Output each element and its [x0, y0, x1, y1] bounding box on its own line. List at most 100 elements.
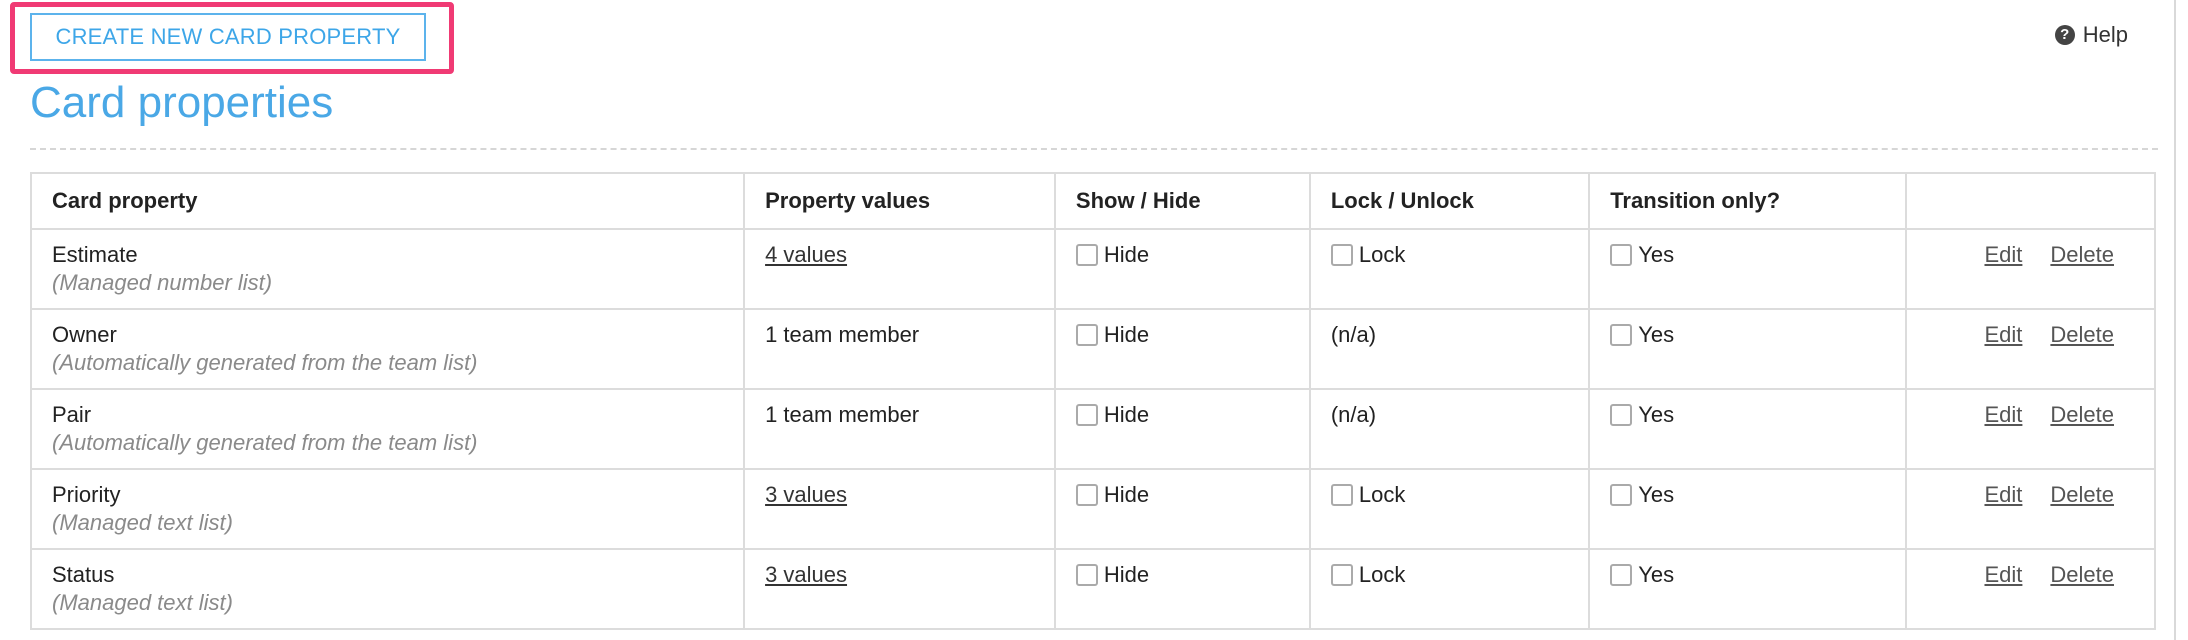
hide-checkbox-label[interactable]: Hide	[1075, 322, 1149, 348]
property-description: (Automatically generated from the team l…	[52, 430, 478, 455]
show-hide-cell: Hide	[1053, 548, 1311, 630]
edit-link[interactable]: Edit	[1984, 562, 2022, 587]
column-header-lock-unlock: Lock / Unlock	[1308, 172, 1591, 230]
edit-link[interactable]: Edit	[1984, 402, 2022, 427]
transition-checkbox[interactable]	[1610, 564, 1633, 586]
card-property-cell: Owner (Automatically generated from the t…	[29, 308, 746, 390]
transition-label: Yes	[1638, 242, 1675, 267]
hide-checkbox[interactable]	[1075, 564, 1098, 586]
hide-checkbox[interactable]	[1075, 244, 1098, 266]
hide-checkbox-label[interactable]: Hide	[1075, 562, 1150, 588]
delete-link[interactable]: Delete	[2050, 402, 2114, 427]
card-property-cell: Estimate (Managed number list)	[29, 228, 746, 310]
delete-link[interactable]: Delete	[2050, 482, 2114, 507]
transition-checkbox-label[interactable]: Yes	[1610, 482, 1674, 508]
property-description: (Automatically generated from the team l…	[52, 350, 478, 375]
actions-cell: Edit Delete	[1905, 228, 2156, 310]
delete-link[interactable]: Delete	[2050, 242, 2114, 267]
hide-checkbox-label[interactable]: Hide	[1075, 402, 1150, 428]
transition-only-cell: Yes	[1588, 308, 1908, 390]
title-divider	[30, 148, 2158, 150]
hide-checkbox-label[interactable]: Hide	[1075, 482, 1149, 508]
transition-checkbox[interactable]	[1610, 324, 1633, 346]
card-property-cell: Priority (Managed text list)	[29, 468, 746, 550]
property-values-cell: 3 values	[743, 548, 1056, 630]
table-row: Owner (Automatically generated from the t…	[29, 308, 2156, 390]
transition-checkbox[interactable]	[1610, 244, 1633, 266]
page-right-border	[2174, 0, 2176, 640]
table-row: Estimate (Managed number list) 4 values Hid…	[29, 228, 2156, 310]
transition-label: Yes	[1638, 482, 1675, 507]
transition-checkbox[interactable]	[1610, 484, 1633, 506]
property-values-cell: 4 values	[743, 228, 1056, 310]
delete-link[interactable]: Delete	[2050, 562, 2114, 587]
lock-label: Lock	[1358, 482, 1406, 507]
property-values-link[interactable]: 3 values	[765, 562, 847, 587]
transition-checkbox[interactable]	[1610, 404, 1633, 426]
column-header-show-hide: Show / Hide	[1053, 172, 1311, 230]
lock-checkbox-label[interactable]: Lock	[1330, 482, 1406, 508]
page-title: Card properties	[30, 78, 334, 127]
property-name: Status	[52, 562, 115, 587]
hide-label: Hide	[1103, 562, 1150, 587]
column-header-transition-only: Transition only?	[1588, 172, 1908, 230]
property-values-cell: 1 team member	[743, 308, 1056, 390]
card-properties-page: CREATE NEW CARD PROPERTY ? Help Card pro…	[0, 0, 2176, 640]
actions-cell: Edit Delete	[1905, 548, 2156, 630]
property-values-link[interactable]: 4 values	[765, 242, 847, 267]
transition-label: Yes	[1638, 322, 1675, 347]
card-property-cell: Status (Managed text list)	[29, 548, 746, 630]
show-hide-cell: Hide	[1053, 388, 1311, 470]
lock-checkbox[interactable]	[1330, 244, 1353, 266]
edit-link[interactable]: Edit	[1984, 482, 2022, 507]
transition-only-cell: Yes	[1588, 468, 1908, 550]
column-header-actions	[1905, 172, 2156, 230]
hide-checkbox-label[interactable]: Hide	[1075, 242, 1150, 268]
show-hide-cell: Hide	[1053, 228, 1311, 310]
transition-only-cell: Yes	[1588, 228, 1908, 310]
hide-checkbox[interactable]	[1075, 404, 1098, 426]
lock-not-applicable: (n/a)	[1330, 322, 1377, 347]
table-row: Priority (Managed text list) 3 values Hide L…	[29, 468, 2156, 550]
lock-not-applicable: (n/a)	[1330, 402, 1377, 427]
transition-checkbox-label[interactable]: Yes	[1610, 402, 1674, 428]
transition-checkbox-label[interactable]: Yes	[1610, 322, 1674, 348]
lock-label: Lock	[1358, 242, 1406, 267]
lock-checkbox-label[interactable]: Lock	[1330, 562, 1406, 588]
transition-only-cell: Yes	[1588, 388, 1908, 470]
lock-unlock-cell: Lock	[1308, 548, 1591, 630]
property-name: Estimate	[52, 242, 138, 267]
show-hide-cell: Hide	[1053, 308, 1311, 390]
property-name: Priority	[52, 482, 121, 507]
property-description: (Managed text list)	[52, 590, 233, 615]
hide-checkbox[interactable]	[1075, 484, 1098, 506]
hide-label: Hide	[1103, 402, 1150, 427]
property-values-cell: 1 team member	[743, 388, 1056, 470]
property-values-cell: 3 values	[743, 468, 1056, 550]
transition-label: Yes	[1638, 562, 1675, 587]
lock-checkbox-label[interactable]: Lock	[1330, 242, 1406, 268]
transition-checkbox-label[interactable]: Yes	[1610, 562, 1674, 588]
edit-link[interactable]: Edit	[1984, 242, 2022, 267]
create-new-card-property-button[interactable]: CREATE NEW CARD PROPERTY	[30, 13, 426, 61]
transition-checkbox-label[interactable]: Yes	[1610, 242, 1674, 268]
lock-unlock-cell: (n/a)	[1308, 388, 1591, 470]
property-values-link[interactable]: 3 values	[765, 482, 847, 507]
property-values-text: 1 team member	[765, 322, 920, 347]
help-link[interactable]: ? Help	[2054, 22, 2128, 48]
lock-checkbox[interactable]	[1330, 564, 1353, 586]
hide-checkbox[interactable]	[1075, 324, 1098, 346]
edit-link[interactable]: Edit	[1984, 322, 2022, 347]
actions-cell: Edit Delete	[1905, 308, 2156, 390]
lock-unlock-cell: Lock	[1308, 468, 1591, 550]
property-name: Owner	[52, 322, 117, 347]
table-header-row: Card property Property values Show / Hid…	[29, 172, 2156, 230]
transition-only-cell: Yes	[1588, 548, 1908, 630]
lock-label: Lock	[1358, 562, 1406, 587]
property-values-text: 1 team member	[765, 402, 920, 427]
delete-link[interactable]: Delete	[2050, 322, 2114, 347]
hide-label: Hide	[1103, 242, 1150, 267]
table-row: Pair (Automatically generated from the te…	[29, 388, 2156, 470]
question-circle-icon: ?	[2054, 25, 2075, 45]
lock-checkbox[interactable]	[1330, 484, 1353, 506]
